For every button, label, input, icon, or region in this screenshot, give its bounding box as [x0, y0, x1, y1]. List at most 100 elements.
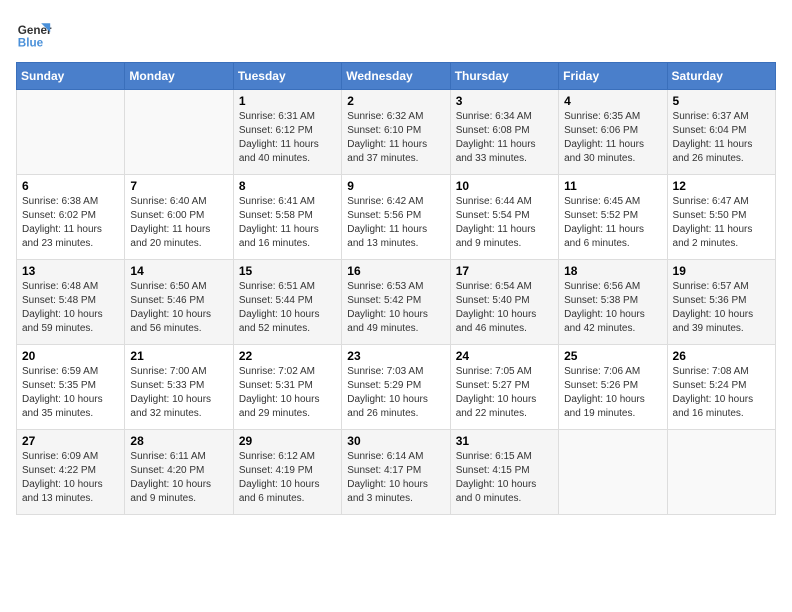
- calendar-week-4: 20 Sunrise: 6:59 AM Sunset: 5:35 PM Dayli…: [17, 345, 776, 430]
- calendar-cell: 21 Sunrise: 7:00 AM Sunset: 5:33 PM Dayli…: [125, 345, 233, 430]
- calendar-cell: 27Sunrise: 6:09 AM Sunset: 4:22 PM Dayli…: [17, 430, 125, 515]
- day-number: 23: [347, 349, 444, 363]
- day-number: 31: [456, 434, 553, 448]
- calendar-cell: 29Sunrise: 6:12 AM Sunset: 4:19 PM Dayli…: [233, 430, 341, 515]
- day-info: Sunrise: 6:47 AM Sunset: 5:50 PM Dayligh…: [673, 195, 770, 251]
- weekday-header-sunday: Sunday: [17, 63, 125, 90]
- day-info: Sunrise: 6:37 AM Sunset: 6:04 PM Dayligh…: [673, 110, 770, 166]
- day-info: Sunrise: 6:15 AM Sunset: 4:15 PM Dayligh…: [456, 450, 553, 506]
- calendar-cell: [17, 90, 125, 175]
- logo-icon: General Blue: [16, 16, 52, 52]
- day-number: 25: [564, 349, 661, 363]
- calendar-cell: 7 Sunrise: 6:40 AM Sunset: 6:00 PM Daylig…: [125, 175, 233, 260]
- svg-text:Blue: Blue: [18, 37, 44, 50]
- calendar-cell: 16 Sunrise: 6:53 AM Sunset: 5:42 PM Dayli…: [342, 260, 450, 345]
- day-number: 5: [673, 94, 770, 108]
- calendar-week-1: 1 Sunrise: 6:31 AM Sunset: 6:12 PM Daylig…: [17, 90, 776, 175]
- day-info: Sunrise: 6:48 AM Sunset: 5:48 PM Dayligh…: [22, 280, 119, 336]
- calendar-cell: [125, 90, 233, 175]
- day-number: 6: [22, 179, 119, 193]
- logo: General Blue: [16, 16, 52, 52]
- calendar-cell: 17 Sunrise: 6:54 AM Sunset: 5:40 PM Dayli…: [450, 260, 558, 345]
- calendar-cell: 15 Sunrise: 6:51 AM Sunset: 5:44 PM Dayli…: [233, 260, 341, 345]
- day-info: Sunrise: 6:32 AM Sunset: 6:10 PM Dayligh…: [347, 110, 444, 166]
- day-number: 13: [22, 264, 119, 278]
- day-info: Sunrise: 6:56 AM Sunset: 5:38 PM Dayligh…: [564, 280, 661, 336]
- day-number: 18: [564, 264, 661, 278]
- day-number: 28: [130, 434, 227, 448]
- calendar-cell: 5 Sunrise: 6:37 AM Sunset: 6:04 PM Daylig…: [667, 90, 775, 175]
- calendar-cell: 9 Sunrise: 6:42 AM Sunset: 5:56 PM Daylig…: [342, 175, 450, 260]
- weekday-header-saturday: Saturday: [667, 63, 775, 90]
- day-info: Sunrise: 6:59 AM Sunset: 5:35 PM Dayligh…: [22, 365, 119, 421]
- weekday-header-friday: Friday: [559, 63, 667, 90]
- calendar-cell: 14 Sunrise: 6:50 AM Sunset: 5:46 PM Dayli…: [125, 260, 233, 345]
- day-number: 1: [239, 94, 336, 108]
- day-number: 11: [564, 179, 661, 193]
- calendar-cell: 28 Sunrise: 6:11 AM Sunset: 4:20 PM Dayli…: [125, 430, 233, 515]
- day-info: Sunrise: 7:08 AM Sunset: 5:24 PM Dayligh…: [673, 365, 770, 421]
- calendar-cell: [667, 430, 775, 515]
- calendar-cell: 20 Sunrise: 6:59 AM Sunset: 5:35 PM Dayli…: [17, 345, 125, 430]
- day-info: Sunrise: 7:03 AM Sunset: 5:29 PM Dayligh…: [347, 365, 444, 421]
- weekday-header-tuesday: Tuesday: [233, 63, 341, 90]
- day-number: 9: [347, 179, 444, 193]
- calendar-table: SundayMondayTuesdayWednesdayThursdayFrid…: [16, 62, 776, 515]
- day-number: 27: [22, 434, 119, 448]
- weekday-header-monday: Monday: [125, 63, 233, 90]
- calendar-week-2: 6 Sunrise: 6:38 AM Sunset: 6:02 PM Daylig…: [17, 175, 776, 260]
- calendar-cell: [559, 430, 667, 515]
- day-info: Sunrise: 6:54 AM Sunset: 5:40 PM Dayligh…: [456, 280, 553, 336]
- day-number: 8: [239, 179, 336, 193]
- day-info: Sunrise: 6:11 AM Sunset: 4:20 PM Dayligh…: [130, 450, 227, 506]
- day-number: 10: [456, 179, 553, 193]
- calendar-cell: 22 Sunrise: 7:02 AM Sunset: 5:31 PM Dayli…: [233, 345, 341, 430]
- calendar-cell: 2 Sunrise: 6:32 AM Sunset: 6:10 PM Daylig…: [342, 90, 450, 175]
- day-info: Sunrise: 6:45 AM Sunset: 5:52 PM Dayligh…: [564, 195, 661, 251]
- day-number: 26: [673, 349, 770, 363]
- day-number: 15: [239, 264, 336, 278]
- calendar-cell: 31 Sunrise: 6:15 AM Sunset: 4:15 PM Dayli…: [450, 430, 558, 515]
- day-info: Sunrise: 6:42 AM Sunset: 5:56 PM Dayligh…: [347, 195, 444, 251]
- calendar-cell: 24 Sunrise: 7:05 AM Sunset: 5:27 PM Dayli…: [450, 345, 558, 430]
- day-number: 7: [130, 179, 227, 193]
- day-number: 29: [239, 434, 336, 448]
- day-info: Sunrise: 7:05 AM Sunset: 5:27 PM Dayligh…: [456, 365, 553, 421]
- day-number: 14: [130, 264, 227, 278]
- day-info: Sunrise: 6:31 AM Sunset: 6:12 PM Dayligh…: [239, 110, 336, 166]
- day-number: 20: [22, 349, 119, 363]
- day-info: Sunrise: 7:02 AM Sunset: 5:31 PM Dayligh…: [239, 365, 336, 421]
- calendar-cell: 18 Sunrise: 6:56 AM Sunset: 5:38 PM Dayli…: [559, 260, 667, 345]
- day-info: Sunrise: 6:57 AM Sunset: 5:36 PM Dayligh…: [673, 280, 770, 336]
- calendar-cell: 1 Sunrise: 6:31 AM Sunset: 6:12 PM Daylig…: [233, 90, 341, 175]
- calendar-cell: 6 Sunrise: 6:38 AM Sunset: 6:02 PM Daylig…: [17, 175, 125, 260]
- day-info: Sunrise: 6:53 AM Sunset: 5:42 PM Dayligh…: [347, 280, 444, 336]
- calendar-cell: 13 Sunrise: 6:48 AM Sunset: 5:48 PM Dayli…: [17, 260, 125, 345]
- day-number: 3: [456, 94, 553, 108]
- calendar-cell: 25Sunrise: 7:06 AM Sunset: 5:26 PM Dayli…: [559, 345, 667, 430]
- day-number: 22: [239, 349, 336, 363]
- weekday-header-wednesday: Wednesday: [342, 63, 450, 90]
- calendar-cell: 23 Sunrise: 7:03 AM Sunset: 5:29 PM Dayli…: [342, 345, 450, 430]
- day-info: Sunrise: 6:14 AM Sunset: 4:17 PM Dayligh…: [347, 450, 444, 506]
- day-info: Sunrise: 6:35 AM Sunset: 6:06 PM Dayligh…: [564, 110, 661, 166]
- day-number: 17: [456, 264, 553, 278]
- calendar-cell: 4 Sunrise: 6:35 AM Sunset: 6:06 PM Daylig…: [559, 90, 667, 175]
- calendar-cell: 11 Sunrise: 6:45 AM Sunset: 5:52 PM Dayli…: [559, 175, 667, 260]
- day-number: 24: [456, 349, 553, 363]
- day-number: 16: [347, 264, 444, 278]
- day-number: 12: [673, 179, 770, 193]
- calendar-cell: 3Sunrise: 6:34 AM Sunset: 6:08 PM Daylig…: [450, 90, 558, 175]
- day-info: Sunrise: 6:51 AM Sunset: 5:44 PM Dayligh…: [239, 280, 336, 336]
- day-number: 4: [564, 94, 661, 108]
- day-number: 21: [130, 349, 227, 363]
- calendar-cell: 8Sunrise: 6:41 AM Sunset: 5:58 PM Daylig…: [233, 175, 341, 260]
- day-info: Sunrise: 6:38 AM Sunset: 6:02 PM Dayligh…: [22, 195, 119, 251]
- day-info: Sunrise: 6:40 AM Sunset: 6:00 PM Dayligh…: [130, 195, 227, 251]
- day-info: Sunrise: 6:50 AM Sunset: 5:46 PM Dayligh…: [130, 280, 227, 336]
- day-number: 19: [673, 264, 770, 278]
- day-info: Sunrise: 6:44 AM Sunset: 5:54 PM Dayligh…: [456, 195, 553, 251]
- day-number: 2: [347, 94, 444, 108]
- day-info: Sunrise: 7:00 AM Sunset: 5:33 PM Dayligh…: [130, 365, 227, 421]
- day-number: 30: [347, 434, 444, 448]
